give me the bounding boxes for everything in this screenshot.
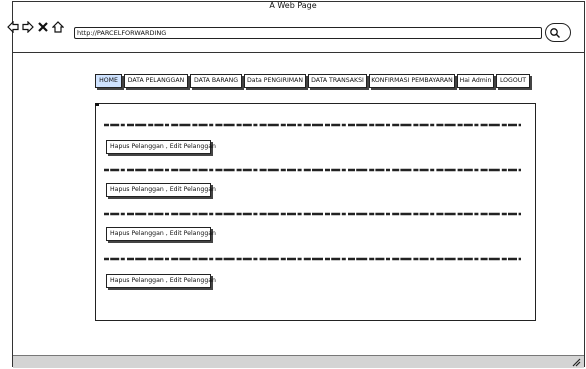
- menu-item-logout[interactable]: LOGOUT: [496, 74, 530, 88]
- text-placeholder-line: [104, 212, 521, 216]
- status-bar: [13, 355, 584, 368]
- menu-item-data-transaksi[interactable]: DATA TRANSAKSI: [308, 74, 367, 88]
- main-menu: HOME DATA PELANGGAN DATA BARANG Data PEN…: [95, 74, 532, 88]
- panel-corner-mark: [95, 103, 99, 106]
- text-placeholder-line: [104, 123, 521, 127]
- row-action-button[interactable]: Hapus Pelanggan , Edit Pelanggan: [106, 140, 216, 154]
- menu-item-data-barang[interactable]: DATA BARANG: [190, 74, 242, 88]
- search-button[interactable]: [545, 23, 571, 42]
- home-icon[interactable]: [51, 18, 65, 33]
- menu-item-konfirmasi-pembayaran[interactable]: KONFIRMASI PEMBAYARAN: [369, 74, 455, 88]
- text-placeholder-line: [104, 257, 521, 261]
- back-arrow-icon[interactable]: [7, 18, 19, 34]
- row-action-button[interactable]: Hapus Pelanggan , Edit Pelanggan: [106, 274, 216, 288]
- url-field[interactable]: http://PARCELFORWARDING: [74, 27, 542, 39]
- toolbar-divider: [13, 52, 584, 53]
- row-action-button[interactable]: Hapus Pelanggan , Edit Pelanggan: [106, 183, 216, 197]
- row-action-button[interactable]: Hapus Pelanggan , Edit Pelanggan: [106, 227, 216, 241]
- menu-item-hai-admin[interactable]: Hai Admin: [457, 74, 494, 88]
- menu-item-data-pelanggan[interactable]: DATA PELANGGAN: [124, 74, 188, 88]
- menu-item-data-pengiriman[interactable]: Data PENGIRIMAN: [244, 74, 306, 88]
- text-placeholder-line: [104, 168, 521, 172]
- resize-grip-icon[interactable]: [571, 357, 581, 367]
- forward-arrow-icon[interactable]: [22, 18, 34, 34]
- window-title: A Web Page: [269, 1, 317, 10]
- browser-nav: [7, 18, 65, 34]
- search-icon: [550, 28, 560, 38]
- close-icon[interactable]: [37, 18, 49, 32]
- menu-item-home[interactable]: HOME: [95, 74, 122, 88]
- content-panel: Hapus Pelanggan , Edit Pelanggan Hapus P…: [95, 103, 536, 321]
